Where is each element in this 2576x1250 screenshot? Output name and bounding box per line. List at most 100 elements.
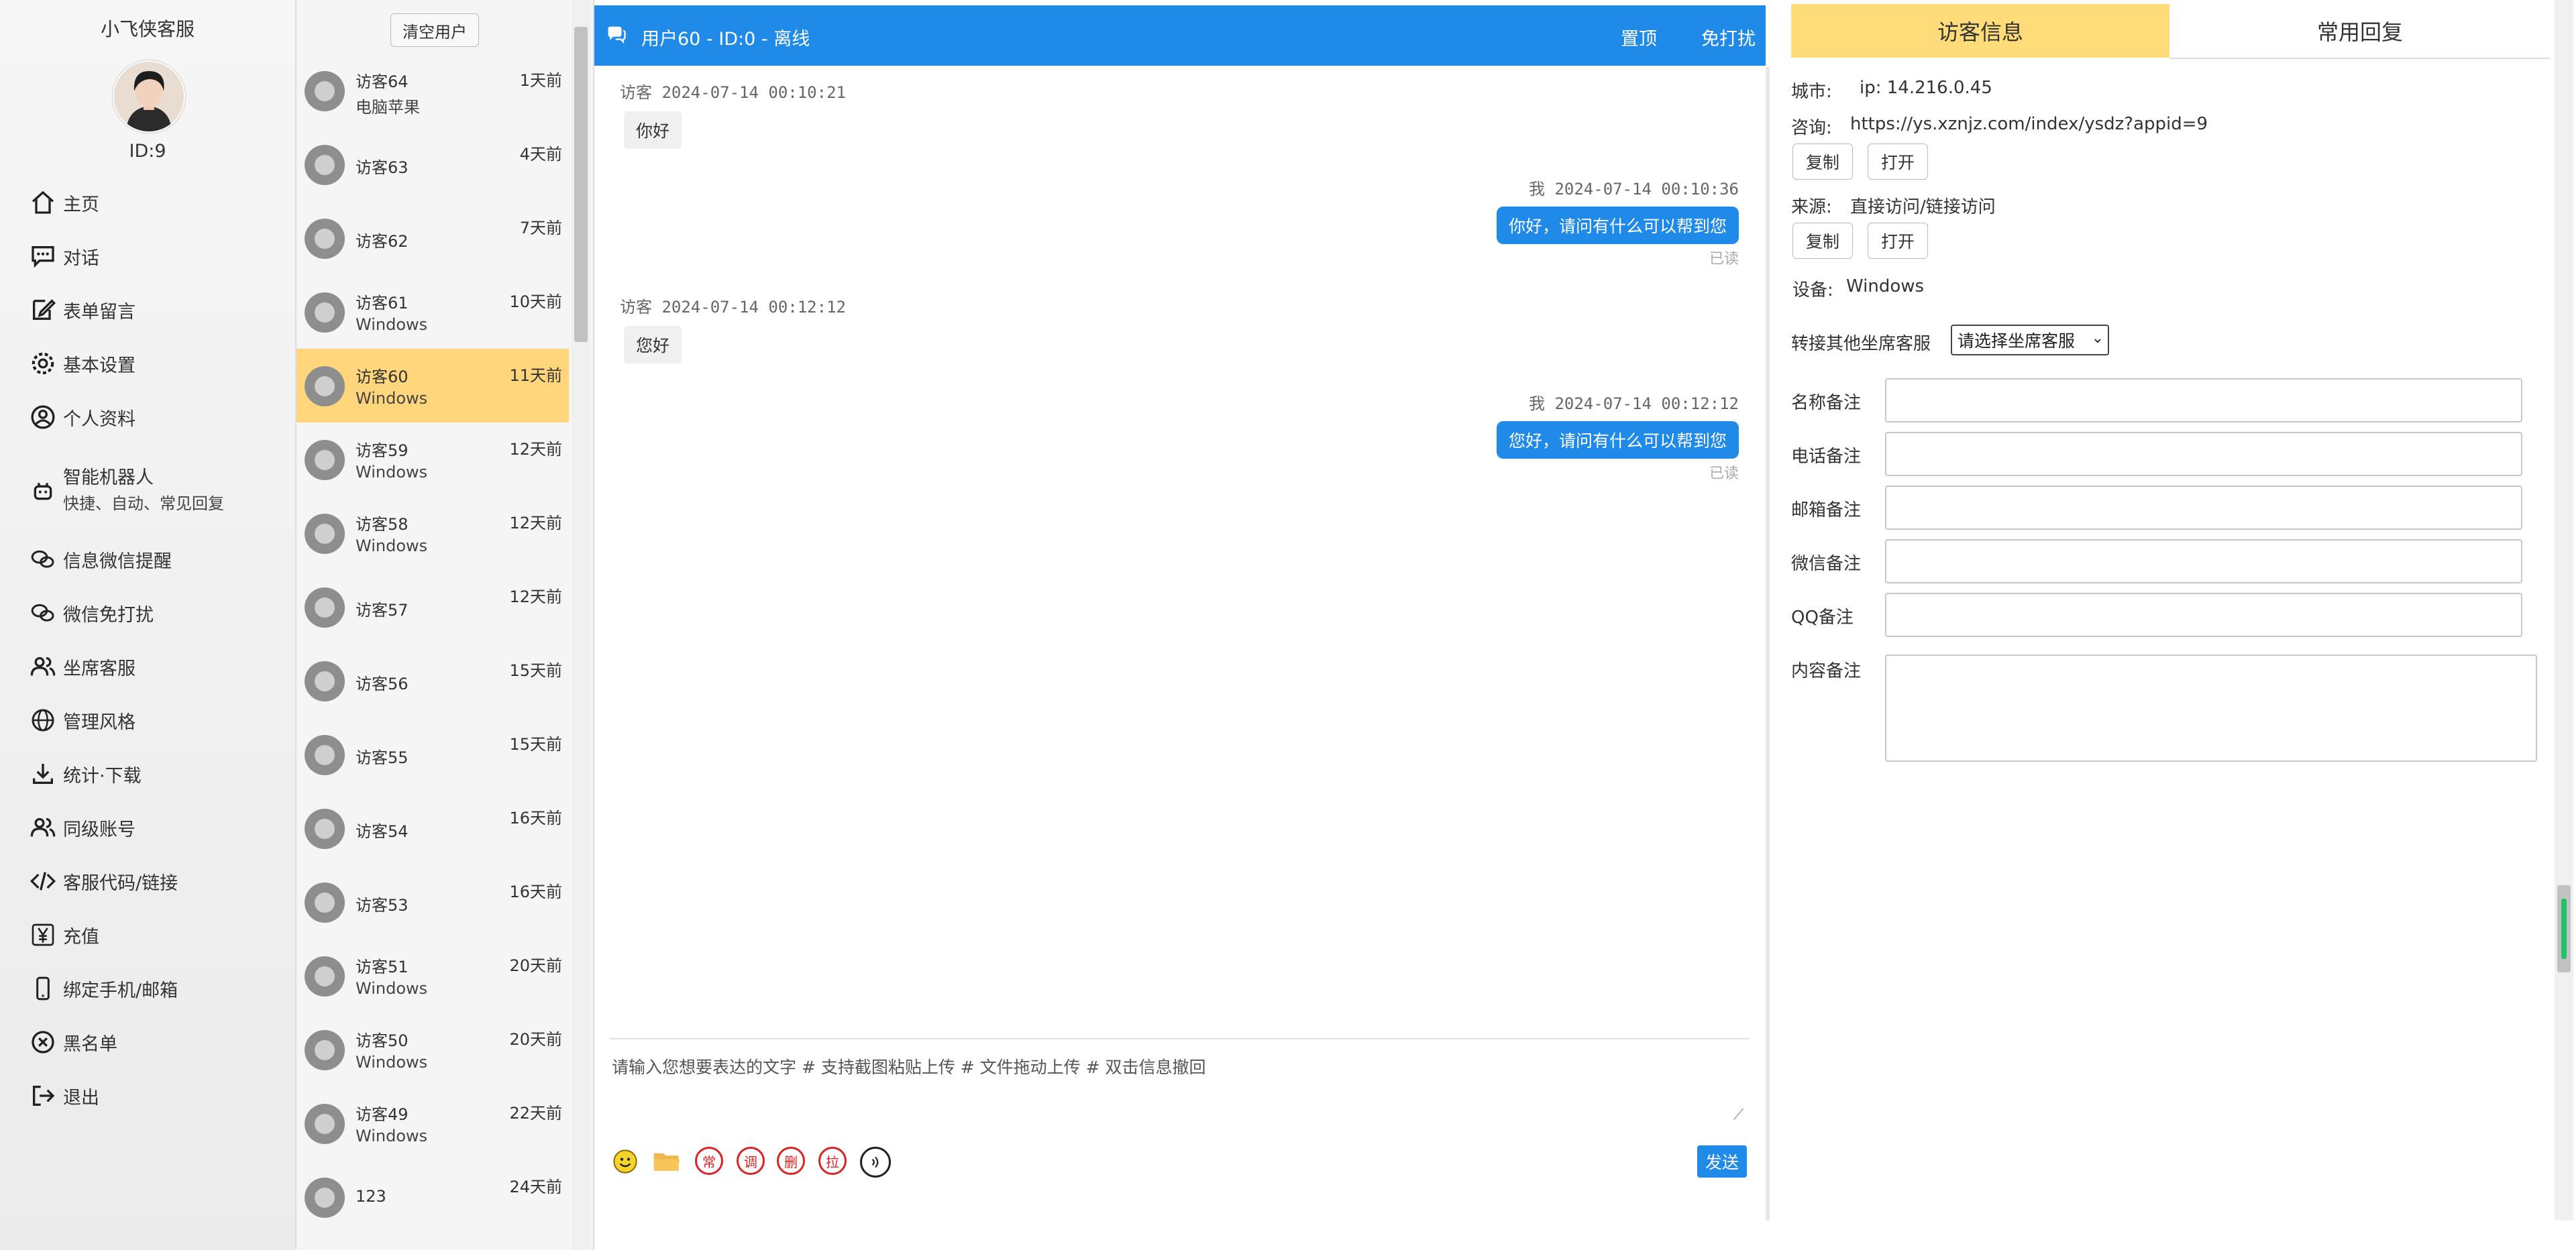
nav-peer-accounts[interactable]: 同级账号 — [27, 807, 136, 848]
nav-smart-robot[interactable]: 智能机器人 快捷、自动、常见回复 — [27, 464, 224, 518]
copy-source-button[interactable]: 复制 — [1792, 223, 1853, 259]
message-bubble-visitor[interactable]: 你好 — [624, 111, 682, 149]
content-note-textarea[interactable] — [1885, 655, 2537, 762]
visitor-item[interactable]: 访客59 Windows 12天前 — [297, 422, 569, 496]
read-status: 已读 — [1709, 465, 1739, 482]
tab-common-replies[interactable]: 常用回复 — [2169, 4, 2551, 59]
visitor-item[interactable]: 访客57 12天前 — [297, 570, 569, 644]
city-value: ip: 14.216.0.45 — [1860, 78, 1992, 98]
visitor-name: 访客54 — [356, 822, 409, 841]
visitor-avatar — [305, 809, 345, 849]
copy-consult-button[interactable]: 复制 — [1792, 144, 1853, 180]
visitor-time: 20天前 — [509, 956, 562, 975]
visitor-device: Windows — [356, 389, 428, 408]
message-bubble-agent[interactable]: 您好，请问有什么可以帮到您 — [1496, 421, 1739, 459]
visitor-time: 16天前 — [509, 883, 562, 901]
visitor-time: 22天前 — [509, 1104, 562, 1123]
visitor-item[interactable]: 访客62 7天前 — [297, 201, 569, 275]
pin-button[interactable]: 置顶 — [1621, 24, 1657, 50]
nav-style[interactable]: 管理风格 — [27, 700, 136, 740]
content-note-label: 内容备注 — [1791, 661, 1862, 681]
visitor-device: Windows — [356, 463, 428, 481]
device-value: Windows — [1846, 276, 1925, 296]
panel-scrollbar[interactable] — [2555, 0, 2573, 1220]
send-button[interactable]: 发送 — [1697, 1145, 1747, 1178]
nav-logout[interactable]: 退出 — [27, 1076, 99, 1116]
clear-users-button[interactable]: 清空用户 — [390, 13, 479, 47]
nav-home[interactable]: 主页 — [27, 182, 99, 223]
nav-peer-label: 同级账号 — [63, 819, 136, 840]
visitor-item-selected[interactable]: 访客60 Windows 11天前 — [297, 349, 569, 422]
nav-profile[interactable]: 个人资料 — [27, 397, 136, 437]
user-id: ID:9 — [129, 141, 166, 162]
nav-seat-agents[interactable]: 坐席客服 — [27, 646, 136, 687]
phone-note-input[interactable] — [1885, 432, 2522, 476]
visitor-item[interactable]: 访客64 电脑苹果 1天前 — [297, 54, 569, 127]
tab-visitor-info[interactable]: 访客信息 — [1791, 4, 2169, 58]
visitor-item[interactable]: 访客55 15天前 — [297, 718, 569, 791]
avatar[interactable] — [113, 60, 185, 133]
visitor-item[interactable]: 访客53 16天前 — [297, 865, 569, 939]
nav-wechat-mute[interactable]: 微信免打扰 — [27, 593, 154, 633]
visitor-item[interactable]: 访客61 Windows 10天前 — [297, 275, 569, 349]
nav-bind-label: 绑定手机/邮箱 — [63, 980, 178, 1001]
open-source-button[interactable]: 打开 — [1868, 223, 1928, 259]
voice-icon[interactable] — [860, 1147, 891, 1178]
message-bubble-agent[interactable]: 你好，请问有什么可以帮到您 — [1496, 207, 1739, 244]
chat-scrollbar[interactable] — [1766, 67, 1770, 1220]
visitor-avatar — [305, 440, 345, 480]
nav-chat[interactable]: 对话 — [27, 236, 99, 276]
folder-icon[interactable] — [652, 1147, 682, 1176]
name-note-input[interactable] — [1885, 378, 2522, 422]
agent-select[interactable]: 请选择坐席客服 ⌄ — [1951, 325, 2109, 355]
do-not-disturb-button[interactable]: 免打扰 — [1701, 24, 1756, 50]
qq-note-input[interactable] — [1885, 593, 2522, 637]
visitor-item[interactable]: 访客58 Windows 12天前 — [297, 496, 569, 570]
name-note-label: 名称备注 — [1791, 393, 1862, 413]
block-tool[interactable]: 拉 — [818, 1147, 847, 1175]
visitor-item[interactable]: 访客63 4天前 — [297, 127, 569, 201]
visitor-avatar — [305, 366, 345, 406]
yen-icon — [27, 919, 59, 951]
source-value: 直接访问/链接访问 — [1850, 197, 1996, 217]
open-consult-button[interactable]: 打开 — [1868, 144, 1928, 180]
nav-code-label: 客服代码/链接 — [63, 872, 178, 894]
user-circle-icon — [27, 401, 59, 433]
visitor-avatar — [305, 219, 345, 259]
visitor-name: 访客63 — [356, 158, 409, 177]
visitor-item[interactable]: 访客54 16天前 — [297, 791, 569, 865]
email-note-input[interactable] — [1885, 486, 2522, 530]
side-nav: 小飞侠客服 ID:9 主页 对话 表单留言 基本设置 个人资料 智能机器人 快捷… — [0, 0, 297, 1250]
nav-robot-sublabel: 快捷、自动、常见回复 — [63, 494, 224, 513]
visitor-device: 电脑苹果 — [356, 98, 420, 117]
nav-basic-settings[interactable]: 基本设置 — [27, 343, 136, 384]
resize-handle-icon[interactable]: ⟋ — [1733, 1106, 1743, 1123]
emoji-icon[interactable] — [610, 1147, 640, 1176]
visitor-time: 11天前 — [509, 366, 562, 385]
robot-icon — [27, 475, 59, 507]
visitor-item[interactable]: 访客49 Windows 22天前 — [297, 1086, 569, 1160]
visitor-list-scroll-thumb[interactable] — [574, 27, 588, 342]
quick-reply-tool[interactable]: 常 — [695, 1147, 723, 1175]
message-input[interactable]: 请输入您想要表达的文字 # 支持截图粘贴上传 # 文件拖动上传 # 双击信息撤回 — [612, 1054, 1206, 1078]
message-bubble-visitor[interactable]: 您好 — [624, 326, 682, 363]
visitor-name: 访客59 — [356, 441, 409, 460]
phone-note-label: 电话备注 — [1791, 447, 1862, 467]
nav-blacklist[interactable]: 黑名单 — [27, 1022, 117, 1062]
wechat-note-input[interactable] — [1885, 539, 2522, 583]
chat-bubble-icon — [606, 24, 627, 50]
nav-wechat-alert[interactable]: 信息微信提醒 — [27, 539, 172, 579]
visitor-item[interactable]: 123 24天前 — [297, 1160, 569, 1234]
visitor-item[interactable]: 访客51 Windows 20天前 — [297, 939, 569, 1013]
nav-settings-label: 基本设置 — [63, 355, 136, 376]
visitor-item[interactable]: 访客50 Windows 20天前 — [297, 1013, 569, 1086]
nav-recharge-label: 充值 — [63, 926, 99, 948]
nav-recharge[interactable]: 充值 — [27, 915, 99, 955]
nav-form-messages[interactable]: 表单留言 — [27, 290, 136, 330]
nav-stats-download[interactable]: 统计·下载 — [27, 754, 142, 794]
transfer-tool[interactable]: 调 — [737, 1147, 765, 1175]
delete-tool[interactable]: 删 — [777, 1147, 805, 1175]
nav-bind-phone[interactable]: 绑定手机/邮箱 — [27, 968, 178, 1009]
visitor-item[interactable]: 访客56 15天前 — [297, 644, 569, 718]
nav-service-code[interactable]: 客服代码/链接 — [27, 861, 178, 901]
